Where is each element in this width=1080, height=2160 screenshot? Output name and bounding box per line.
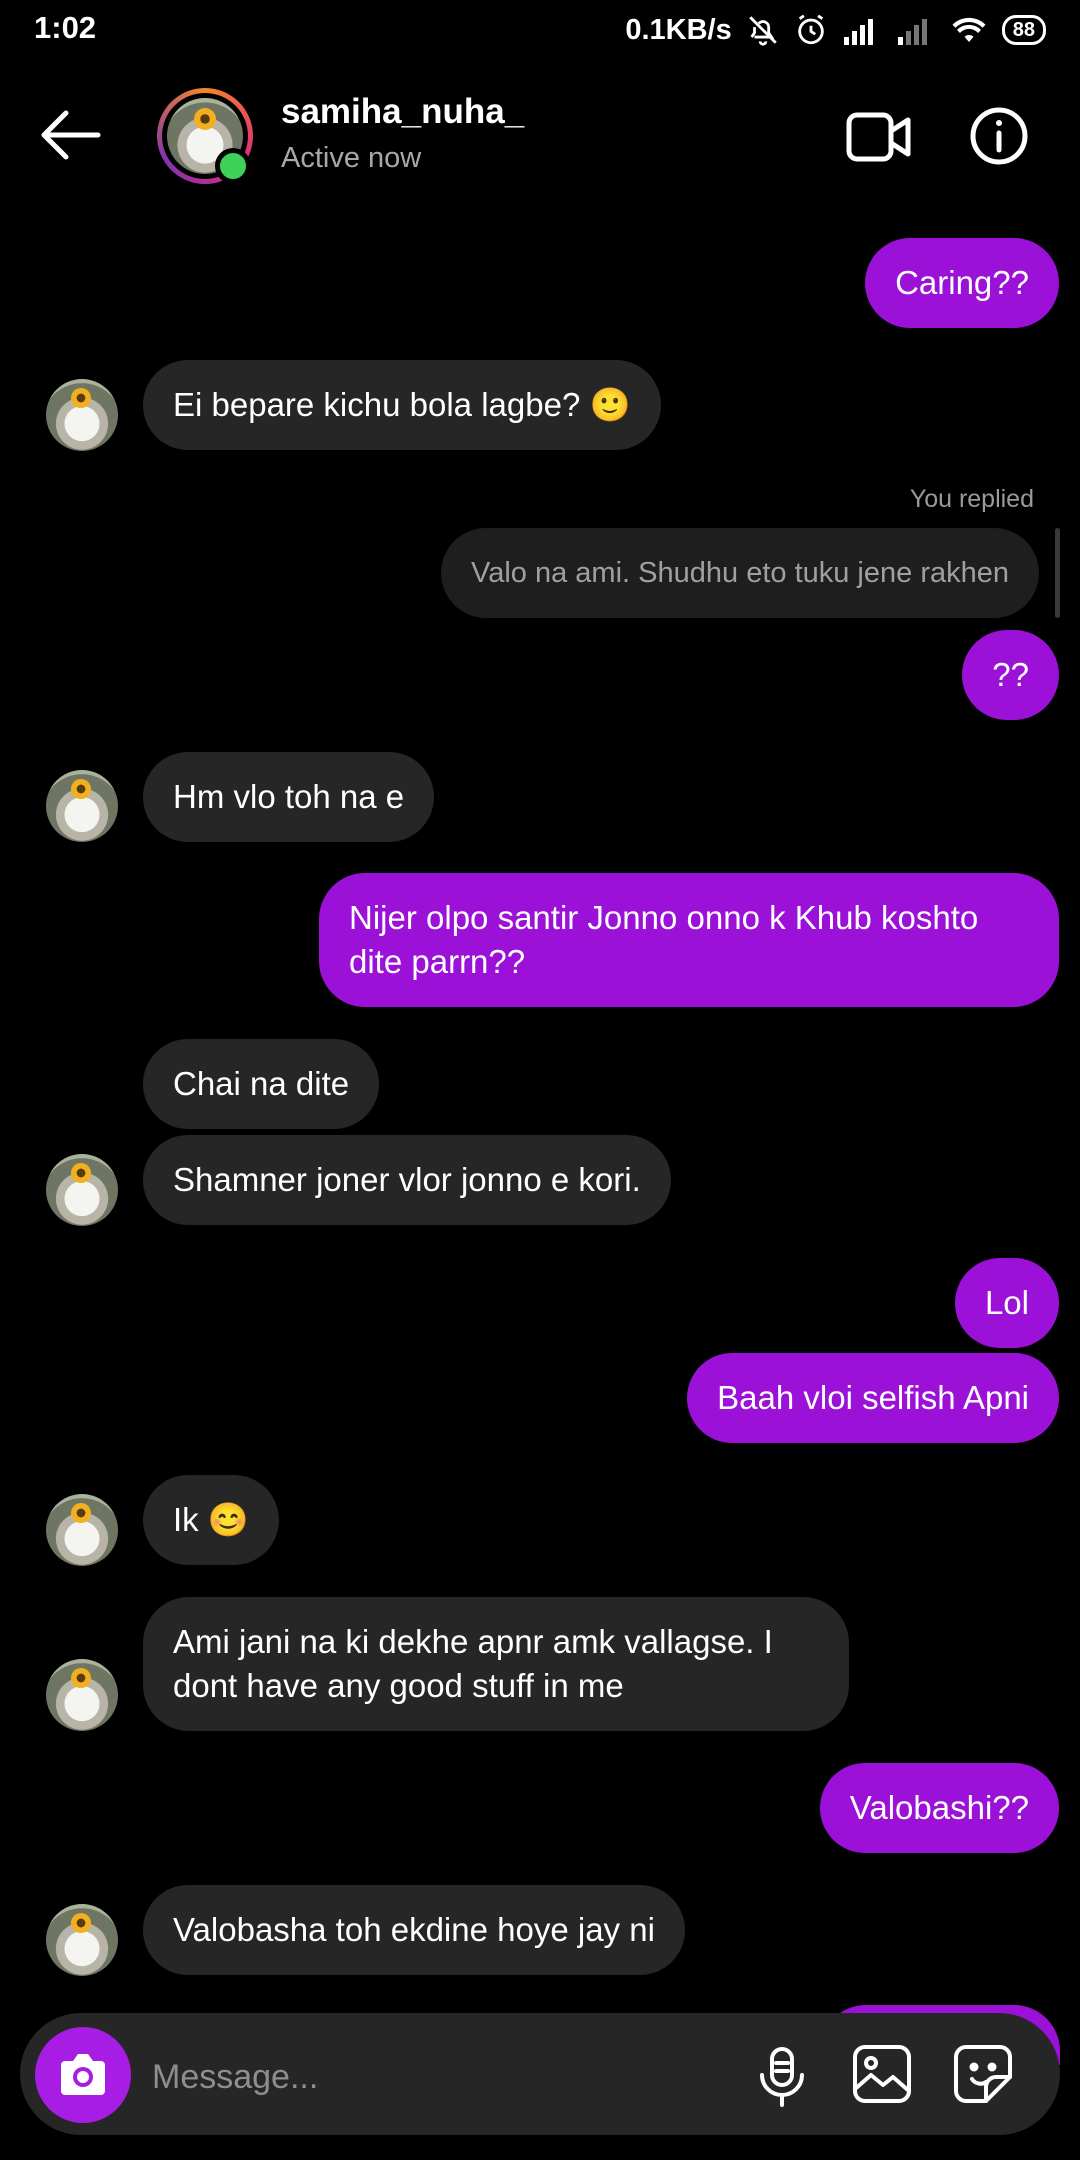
signal-weak-icon [897,19,927,45]
incoming-message[interactable]: Valobasha toh ekdine hoye jay ni [143,1885,685,1975]
you-replied-label: You replied [909,485,1034,513]
video-call-button[interactable] [846,112,912,162]
back-arrow-icon [41,110,101,160]
sender-avatar[interactable] [46,770,118,842]
gallery-button[interactable] [851,2043,913,2105]
alarm-icon [798,14,824,45]
chat-active-status: Active now [281,142,422,174]
mute-icon [748,16,777,46]
incoming-message[interactable]: Chai na dite [143,1039,380,1129]
sticker-button[interactable] [952,2043,1014,2105]
sender-avatar[interactable] [46,1154,118,1226]
battery-indicator: 88 [1001,15,1046,45]
sender-avatar[interactable] [46,379,118,451]
outgoing-message[interactable]: Baah vloi selfish Apni [687,1353,1059,1443]
signal-icon [843,19,873,45]
video-call-icon [846,112,911,162]
camera-icon [61,2054,105,2095]
sticker-icon [954,2045,1012,2103]
network-speed: 0.1KB/s [625,13,732,46]
profile-avatar[interactable] [157,88,253,184]
voice-message-button[interactable] [752,2045,812,2109]
quoted-reply-message[interactable]: Valo na ami. Shudhu eto tuku jene rakhen [441,528,1039,618]
status-icons: 0.1KB/s 88 [625,10,1046,50]
gallery-icon [853,2045,911,2103]
sender-avatar[interactable] [46,1904,118,1976]
microphone-icon [760,2047,804,2107]
outgoing-message[interactable]: Nijer olpo santir Jonno onno k Khub kosh… [319,873,1059,1007]
incoming-message[interactable]: Ei bepare kichu bola lagbe? 🙂 [143,360,661,450]
incoming-message[interactable]: Shamner joner vlor jonno e kori. [143,1135,671,1225]
outgoing-message[interactable]: ?? [962,630,1059,720]
sender-avatar[interactable] [46,1659,118,1731]
outgoing-message[interactable]: Lol [954,1258,1059,1348]
sender-avatar[interactable] [46,1494,118,1566]
outgoing-message[interactable]: Caring?? [865,238,1059,328]
outgoing-message[interactable]: Valobashi?? [819,1763,1059,1853]
chat-username[interactable]: samiha_nuha_ [281,92,524,132]
incoming-message[interactable]: Ik 😊 [143,1475,279,1565]
info-icon [970,107,1028,165]
status-time: 1:02 [34,10,97,45]
scroll-indicator[interactable] [1055,528,1060,618]
back-button[interactable] [36,105,106,165]
info-button[interactable] [969,106,1029,166]
message-input[interactable] [150,2046,714,2108]
incoming-message[interactable]: Hm vlo toh na e [143,752,435,842]
camera-button[interactable] [35,2027,131,2123]
incoming-message[interactable]: Ami jani na ki dekhe apnr amk vallagse. … [143,1597,849,1731]
wifi-icon [952,17,986,42]
online-status-dot [215,148,251,184]
